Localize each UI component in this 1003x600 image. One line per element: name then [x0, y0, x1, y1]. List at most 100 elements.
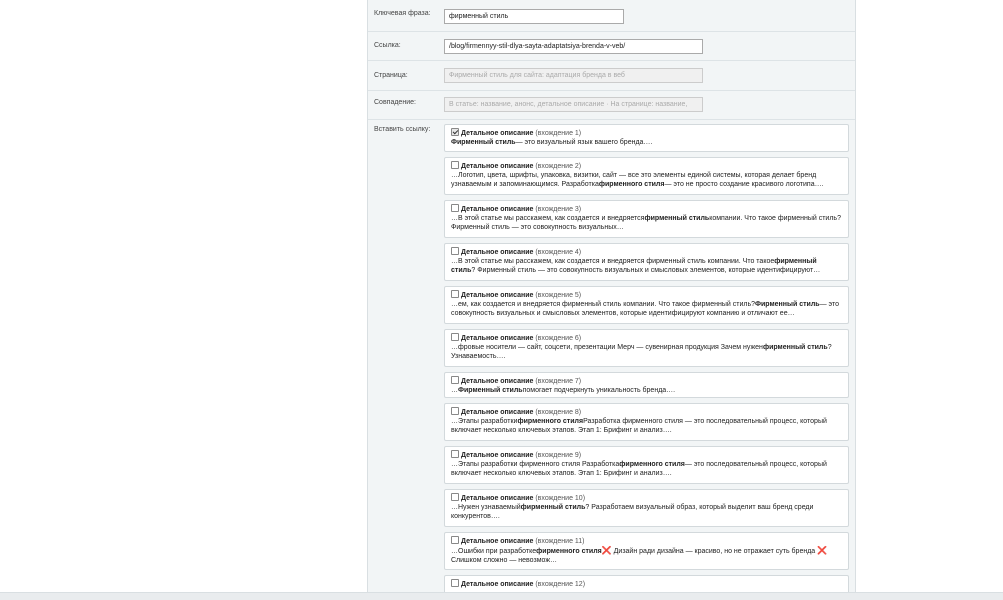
- excerpt-text: Слишком сложно — невозмож…: [451, 557, 557, 564]
- keyword-highlight: фирменного стиля: [619, 461, 685, 468]
- occurrence-checkbox[interactable]: [451, 376, 459, 384]
- occurrence-excerpt: …В этой статье мы расскажем, как создает…: [451, 257, 842, 275]
- occurrence-item: Детальное описание (вхождение 4) …В этой …: [444, 243, 849, 281]
- occurrence-item: Детальное описание (вхождение 11) …Ошибки…: [444, 532, 849, 570]
- occurrence-checkbox[interactable]: [451, 333, 459, 341]
- occurrence-number: (вхождение 12): [535, 581, 586, 588]
- occurrence-header: Детальное описание (вхождение 5): [451, 290, 842, 300]
- occurrence-title: Детальное описание: [461, 495, 534, 502]
- page-label: Страница:: [374, 72, 408, 79]
- keyword-highlight: Фирменный стиль: [755, 301, 820, 308]
- occurrence-checkbox[interactable]: [451, 290, 459, 298]
- occurrence-number: (вхождение 1): [535, 130, 582, 137]
- keyword-highlight: Фирменный стиль: [451, 139, 516, 146]
- occurrence-title: Детальное описание: [461, 292, 534, 299]
- url-input[interactable]: /blog/firmennyy-stil-dlya-sayta-adaptats…: [444, 39, 703, 54]
- match-label: Совпадение:: [374, 99, 416, 106]
- occurrence-number: (вхождение 6): [535, 335, 582, 342]
- excerpt-text: …В этой статье мы расскажем, как создает…: [451, 258, 775, 265]
- excerpt-text: — это визуальный язык вашего бренда….: [515, 139, 653, 146]
- url-label: Ссылка:: [374, 42, 401, 49]
- keyword-highlight: фирменный стиль: [762, 344, 828, 351]
- occurrence-excerpt: …В этой статье мы расскажем, как создает…: [451, 214, 842, 232]
- occurrence-checkbox[interactable]: [451, 450, 459, 458]
- occurrence-item: Детальное описание (вхождение 12): [444, 575, 849, 592]
- occurrence-checkbox[interactable]: [451, 204, 459, 212]
- occurrence-checkbox[interactable]: [451, 493, 459, 501]
- occurrence-header: Детальное описание (вхождение 10): [451, 493, 842, 503]
- keyword-input[interactable]: фирменный стиль: [444, 9, 624, 24]
- occurrence-excerpt: …Ошибки при разработкефирменного стиля❌ …: [451, 546, 842, 565]
- match-input: В статье: название, анонс, детальное опи…: [444, 97, 703, 112]
- occurrence-item: Детальное описание (вхождение 10) …Нужен …: [444, 489, 849, 527]
- occurrence-header: Детальное описание (вхождение 2): [451, 161, 842, 171]
- match-row: Совпадение: В статье: название, анонс, д…: [368, 91, 855, 120]
- excerpt-text: …Нужен узнаваемый: [451, 504, 521, 511]
- keyword-highlight: фирменного стиля: [517, 418, 584, 425]
- bottom-bar: [0, 592, 1003, 600]
- occurrence-number: (вхождение 8): [535, 409, 582, 416]
- occurrence-header: Детальное описание (вхождение 12): [451, 579, 842, 589]
- occurrence-checkbox[interactable]: [451, 161, 459, 169]
- occurrence-item: Детальное описание (вхождение 6) …фровые …: [444, 329, 849, 367]
- occurrence-excerpt: Фирменный стиль— это визуальный язык ваш…: [451, 138, 842, 147]
- keyword-highlight: фирменного стиля: [598, 181, 665, 188]
- cross-mark-icon: ❌: [817, 546, 828, 555]
- insert-label: Вставить ссылку:: [374, 126, 431, 133]
- occurrence-checkbox[interactable]: [451, 128, 459, 136]
- excerpt-text: …В этой статье мы расскажем, как создает…: [451, 215, 645, 222]
- occurrence-title: Детальное описание: [461, 249, 534, 256]
- occurrence-item: Детальное описание (вхождение 2) …Логотип…: [444, 157, 849, 195]
- excerpt-text: …Ошибки при разработке: [451, 548, 537, 555]
- excerpt-text: Дизайн ради дизайна — красиво, но не отр…: [611, 548, 818, 555]
- occurrence-checkbox[interactable]: [451, 407, 459, 415]
- excerpt-text: — это не просто создание красивого логот…: [664, 181, 824, 188]
- excerpt-text: ? Фирменный стиль — это совокупность виз…: [471, 267, 821, 274]
- keyword-highlight: фирменного стиля: [536, 548, 602, 555]
- occurrence-header: Детальное описание (вхождение 9): [451, 450, 842, 460]
- url-row: Ссылка: /blog/firmennyy-stil-dlya-sayta-…: [368, 32, 855, 61]
- keyword-row: Ключевая фраза: фирменный стиль: [368, 0, 855, 32]
- occurrence-item: Детальное описание (вхождение 7) …Фирменн…: [444, 372, 849, 398]
- occurrence-number: (вхождение 3): [535, 206, 582, 213]
- occurrence-excerpt: …Нужен узнаваемыйфирменный стиль? Разраб…: [451, 503, 842, 521]
- occurrence-header: Детальное описание (вхождение 7): [451, 376, 842, 386]
- occurrence-title: Детальное описание: [461, 409, 534, 416]
- occurrence-title: Детальное описание: [461, 538, 534, 545]
- excerpt-text: …Этапы разработки: [451, 418, 518, 425]
- excerpt-text: …фровые носители — сайт, соцсети, презен…: [451, 344, 763, 351]
- occurrence-header: Детальное описание (вхождение 6): [451, 333, 842, 343]
- excerpt-text: помогает подчеркнуть уникальность бренда…: [522, 387, 676, 394]
- occurrence-checkbox[interactable]: [451, 247, 459, 255]
- occurrence-number: (вхождение 10): [535, 495, 586, 502]
- occurrence-item: Детальное описание (вхождение 9) …Этапы р…: [444, 446, 849, 484]
- occurrence-header: Детальное описание (вхождение 1): [451, 128, 842, 138]
- excerpt-text: …ем, как создается и внедряется фирменны…: [451, 301, 755, 308]
- occurrence-title: Детальное описание: [461, 581, 534, 588]
- occurrence-header: Детальное описание (вхождение 8): [451, 407, 842, 417]
- occurrence-excerpt: …фровые носители — сайт, соцсети, презен…: [451, 343, 842, 361]
- page-row: Страница: Фирменный стиль для сайта: ада…: [368, 61, 855, 91]
- excerpt-text: …: [451, 387, 458, 394]
- excerpt-text: …Этапы разработки фирменного стиля Разра…: [451, 461, 620, 468]
- occurrence-header: Детальное описание (вхождение 11): [451, 536, 842, 546]
- occurrence-item: Детальное описание (вхождение 1) Фирменны…: [444, 124, 849, 152]
- cross-mark-icon: ❌: [601, 546, 612, 555]
- occurrence-checkbox[interactable]: [451, 579, 459, 587]
- occurrence-excerpt: …ем, как создается и внедряется фирменны…: [451, 300, 842, 318]
- occurrence-checkbox[interactable]: [451, 536, 459, 544]
- occurrence-item: Детальное описание (вхождение 8) …Этапы р…: [444, 403, 849, 441]
- occurrence-number: (вхождение 9): [535, 452, 582, 459]
- keyword-highlight: Фирменный стиль: [458, 387, 523, 394]
- occurrence-excerpt: …Этапы разработки фирменного стиля Разра…: [451, 460, 842, 478]
- occurrence-title: Детальное описание: [461, 335, 534, 342]
- occurrence-item: Детальное описание (вхождение 5) …ем, как…: [444, 286, 849, 324]
- occurrence-title: Детальное описание: [461, 378, 534, 385]
- keyword-highlight: фирменный стиль: [520, 504, 586, 511]
- occurrence-title: Детальное описание: [461, 206, 534, 213]
- occurrence-title: Детальное описание: [461, 452, 534, 459]
- occurrence-item: Детальное описание (вхождение 3) …В этой …: [444, 200, 849, 238]
- occurrence-title: Детальное описание: [461, 130, 534, 137]
- insert-row: Вставить ссылку: Детальное описание (вхо…: [368, 120, 855, 592]
- occurrence-number: (вхождение 5): [535, 292, 582, 299]
